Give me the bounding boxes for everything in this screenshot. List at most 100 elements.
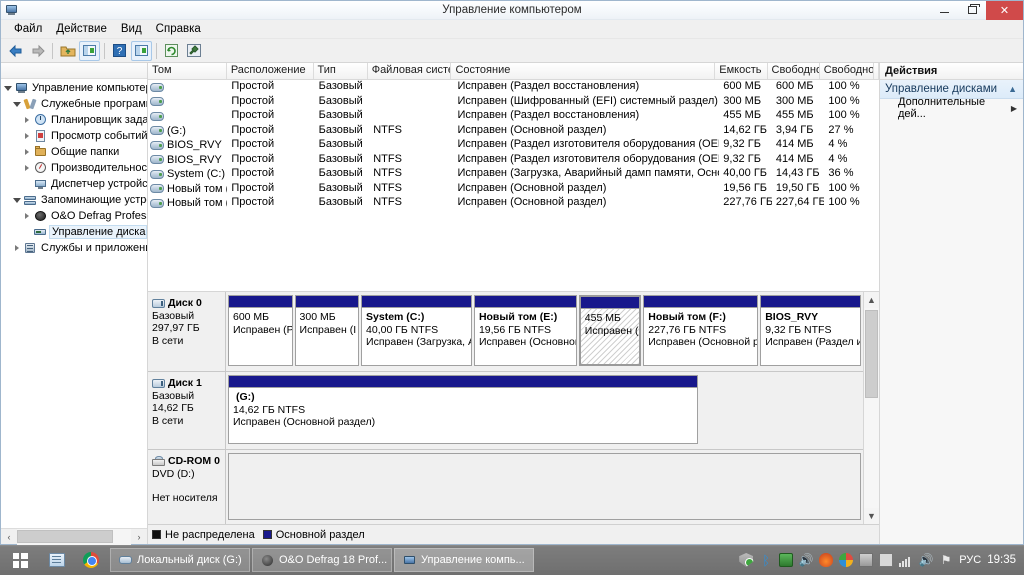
tree-item-shared-folders[interactable]: Общие папки bbox=[1, 144, 147, 160]
speaker-icon[interactable]: 🔊 bbox=[919, 553, 934, 567]
scroll-down-icon[interactable]: ▼ bbox=[864, 508, 879, 524]
disk-info-disk1[interactable]: Диск 1 Базовый 14,62 ГБ В сети bbox=[148, 372, 226, 449]
expander-closed-icon[interactable] bbox=[21, 144, 33, 160]
table-row[interactable]: Новый том (E:) Простой Базовый NTFS Испр… bbox=[148, 182, 879, 197]
expander-closed-icon[interactable] bbox=[21, 112, 33, 128]
network-icon[interactable] bbox=[779, 553, 794, 567]
partition[interactable]: System (C:) 40,00 ГБ NTFS Исправен (Загр… bbox=[361, 295, 472, 366]
restore-button[interactable] bbox=[958, 1, 986, 20]
partition[interactable]: 300 МБ Исправен (I bbox=[294, 295, 360, 366]
security-shield-icon[interactable] bbox=[739, 553, 754, 567]
show-action-pane-icon[interactable] bbox=[131, 40, 152, 61]
table-row[interactable]: (G:) Простой Базовый NTFS Исправен (Осно… bbox=[148, 124, 879, 139]
scroll-left-icon[interactable]: ‹ bbox=[1, 529, 17, 545]
column-header-free[interactable]: Свободно bbox=[768, 63, 820, 79]
expander-closed-icon[interactable] bbox=[21, 160, 33, 176]
partition[interactable]: 600 МБ Исправен (Ра bbox=[228, 295, 293, 366]
scroll-track[interactable] bbox=[864, 308, 879, 508]
battery-icon[interactable] bbox=[879, 553, 894, 567]
flame-icon[interactable] bbox=[819, 553, 834, 567]
colored-disc-icon[interactable] bbox=[839, 553, 854, 567]
show-console-tree-icon[interactable] bbox=[79, 40, 100, 61]
column-header-capacity[interactable]: Емкость bbox=[715, 63, 768, 79]
table-row[interactable]: Простой Базовый Исправен (Раздел восстан… bbox=[148, 109, 879, 124]
clock[interactable]: 19:35 bbox=[987, 554, 1016, 566]
table-row[interactable]: Простой Базовый Исправен (Раздел восстан… bbox=[148, 80, 879, 95]
tree-item-disk-management[interactable]: Управление дисками bbox=[1, 224, 147, 240]
monitor-icon[interactable] bbox=[859, 553, 874, 567]
column-header-layout[interactable]: Расположение bbox=[227, 63, 314, 79]
cell-capacity: 14,62 ГБ bbox=[723, 123, 768, 136]
tree-item-computer-management[interactable]: Управление компьютером (л bbox=[1, 80, 147, 96]
menu-action[interactable]: Действие bbox=[49, 21, 114, 37]
table-row[interactable]: BIOS_RVY Простой Базовый Исправен (Разде… bbox=[148, 138, 879, 153]
tree-item-oo-defrag[interactable]: O&O Defrag Profession bbox=[1, 208, 147, 224]
table-row[interactable]: System (C:) Простой Базовый NTFS Исправе… bbox=[148, 167, 879, 182]
close-button[interactable]: ✕ bbox=[986, 0, 1023, 20]
back-icon[interactable] bbox=[5, 41, 26, 61]
column-header-free-percent[interactable]: Свободно % bbox=[820, 63, 874, 79]
properties-icon[interactable] bbox=[183, 41, 204, 61]
flag-icon[interactable]: ⚑ bbox=[939, 553, 953, 567]
tree-item-task-scheduler[interactable]: Планировщик заданий bbox=[1, 112, 147, 128]
quick-launch-explorer[interactable] bbox=[40, 545, 74, 575]
partition[interactable]: Новый том (F:) 227,76 ГБ NTFS Исправен (… bbox=[643, 295, 759, 366]
graph-vertical-scrollbar[interactable]: ▲ ▼ bbox=[863, 292, 879, 524]
tree-item-system-tools[interactable]: Служебные программы bbox=[1, 96, 147, 112]
volume-icon[interactable]: 🔊 bbox=[799, 553, 814, 567]
tree-item-services-applications[interactable]: Службы и приложения bbox=[1, 240, 147, 256]
expander-open-icon[interactable] bbox=[11, 192, 23, 208]
bluetooth-icon[interactable]: ᛒ bbox=[759, 553, 773, 568]
partition[interactable]: Новый том (E:) 19,56 ГБ NTFS Исправен (О… bbox=[473, 295, 577, 366]
taskbar-item-computer-management[interactable]: Управление компь... bbox=[394, 548, 534, 572]
menu-file[interactable]: Файл bbox=[7, 21, 49, 37]
menu-view[interactable]: Вид bbox=[114, 21, 149, 37]
start-button[interactable] bbox=[0, 545, 40, 575]
tree-item-device-manager[interactable]: Диспетчер устройств bbox=[1, 176, 147, 192]
quick-launch-chrome[interactable] bbox=[74, 545, 108, 575]
cell-layout: Простой bbox=[231, 80, 275, 92]
expander-closed-icon[interactable] bbox=[21, 208, 33, 224]
tree-horizontal-scrollbar[interactable]: ‹ › bbox=[1, 528, 147, 545]
scroll-up-icon[interactable]: ▲ bbox=[864, 292, 879, 308]
expander-open-icon[interactable] bbox=[11, 96, 23, 112]
taskbar-item-local-disk[interactable]: Локальный диск (G:) bbox=[110, 548, 250, 572]
chevron-up-icon[interactable]: ▲ bbox=[1008, 84, 1017, 94]
language-indicator[interactable]: РУС bbox=[959, 554, 981, 566]
partition[interactable]: BIOS_RVY 9,32 ГБ NTFS Исправен (Раздел и… bbox=[760, 295, 861, 366]
up-folder-icon[interactable] bbox=[57, 41, 78, 61]
scroll-right-icon[interactable]: › bbox=[131, 529, 147, 545]
tree-item-storage[interactable]: Запоминающие устройст bbox=[1, 192, 147, 208]
table-row[interactable]: Простой Базовый Исправен (Шифрованный (E… bbox=[148, 95, 879, 110]
action-more-actions[interactable]: Дополнительные дей... ▶ bbox=[880, 96, 1023, 120]
expander-open-icon[interactable] bbox=[2, 80, 14, 96]
table-row[interactable]: Новый том (F:) Простой Базовый NTFS Испр… bbox=[148, 196, 879, 211]
partition-selected[interactable]: 455 МБ Исправен (Р bbox=[578, 295, 642, 366]
menu-help[interactable]: Справка bbox=[149, 21, 208, 37]
expander-closed-icon[interactable] bbox=[21, 128, 33, 144]
scroll-track[interactable] bbox=[17, 528, 131, 545]
table-row[interactable]: BIOS_RVY Простой Базовый NTFS Исправен (… bbox=[148, 153, 879, 168]
scroll-thumb[interactable] bbox=[865, 310, 878, 398]
refresh-icon[interactable] bbox=[161, 41, 182, 61]
minimize-button[interactable] bbox=[930, 1, 958, 20]
disk-size: 297,97 ГБ bbox=[152, 322, 200, 334]
chevron-right-icon[interactable]: ▶ bbox=[1011, 104, 1017, 113]
column-header-status[interactable]: Состояние bbox=[451, 63, 716, 79]
help-icon[interactable]: ? bbox=[109, 41, 130, 61]
signal-bars-icon[interactable] bbox=[899, 553, 913, 567]
title-bar[interactable]: Управление компьютером ✕ bbox=[1, 0, 1023, 20]
column-header-filesystem[interactable]: Файловая система bbox=[368, 63, 452, 79]
column-header-type[interactable]: Тип bbox=[314, 63, 368, 79]
tree-item-event-viewer[interactable]: Просмотр событий bbox=[1, 128, 147, 144]
scroll-thumb[interactable] bbox=[17, 529, 113, 543]
forward-icon[interactable] bbox=[27, 41, 48, 61]
column-header-volume[interactable]: Том bbox=[148, 63, 227, 79]
partition[interactable]: (G:) 14,62 ГБ NTFS Исправен (Основной ра… bbox=[228, 375, 698, 444]
disk-info-disk0[interactable]: Диск 0 Базовый 297,97 ГБ В сети bbox=[148, 292, 226, 371]
expander-closed-icon[interactable] bbox=[11, 240, 23, 256]
taskbar-item-oo-defrag[interactable]: O&O Defrag 18 Prof... bbox=[252, 548, 392, 572]
disk-info-cdrom0[interactable]: CD-ROM 0 DVD (D:) Нет носителя bbox=[148, 450, 226, 524]
tree-item-performance[interactable]: Производительность bbox=[1, 160, 147, 176]
no-media-area[interactable] bbox=[228, 453, 861, 520]
